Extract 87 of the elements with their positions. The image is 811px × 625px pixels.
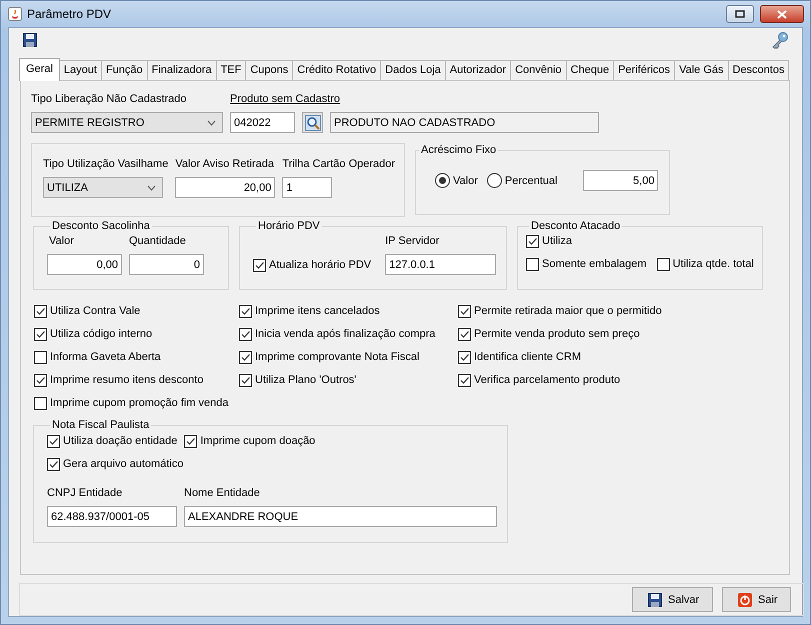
field-label: Tipo Liberação Não Cadastrado	[31, 92, 188, 106]
tab[interactable]: Geral	[19, 58, 60, 81]
checkbox-label: Imprime cupom promoção fim venda	[50, 397, 229, 409]
checkbox[interactable]	[34, 328, 47, 340]
input-field[interactable]: 20,00	[175, 177, 276, 198]
restore-button[interactable]	[726, 5, 754, 23]
checkbox[interactable]	[34, 396, 47, 410]
save-icon	[648, 592, 662, 606]
checkbox-label: Imprime itens cancelados	[255, 305, 380, 317]
checkbox[interactable]	[458, 350, 471, 364]
checkbox[interactable]	[253, 258, 266, 272]
field-label: Valor Aviso Retirada	[175, 157, 275, 171]
checkbox-label: Somente embalagem	[542, 258, 647, 270]
group-title: Nota Fiscal Paulista	[51, 419, 150, 431]
save-icon[interactable]	[23, 33, 37, 47]
checkbox-label: Verifica parcelamento produto	[474, 374, 620, 386]
group-title: Desconto Atacado	[530, 220, 622, 232]
caret-icon	[207, 120, 216, 126]
checkbox-label: Inicia venda após finalização compra	[255, 328, 436, 340]
checkbox-label: Utiliza	[542, 235, 572, 247]
save-button[interactable]: Salvar	[632, 587, 713, 612]
checkbox[interactable]	[526, 258, 539, 270]
checkbox-label: Imprime cupom doação	[200, 435, 316, 447]
checkbox-label: Imprime comprovante Nota Fiscal	[255, 351, 420, 363]
radio-button[interactable]	[435, 173, 450, 188]
group-title: Desconto Sacolinha	[51, 220, 151, 232]
checkbox[interactable]	[34, 374, 47, 386]
dropdown[interactable]: PERMITE REGISTRO	[31, 112, 223, 133]
checkbox-label: Utiliza Contra Vale	[50, 305, 140, 317]
checkbox-label: Utiliza Plano 'Outros'	[255, 374, 356, 386]
field-label: Tipo Utilização Vasilhame	[43, 157, 168, 171]
checkbox-label: Utiliza qtde. total	[672, 258, 754, 270]
app-icon	[8, 7, 22, 21]
checkbox[interactable]	[47, 434, 60, 448]
group-title: Horário PDV	[257, 220, 321, 232]
radio-button[interactable]	[486, 173, 502, 188]
window-title: Parâmetro PDV	[27, 7, 112, 21]
field-label: Quantidade	[129, 234, 187, 248]
checkbox-label: Utiliza código interno	[50, 328, 152, 340]
exit-button[interactable]: Sair	[722, 587, 791, 612]
input-field[interactable]: 042022	[230, 112, 295, 133]
power-icon	[738, 592, 752, 606]
tab[interactable]: Descontos	[728, 60, 790, 80]
search-button[interactable]	[302, 112, 323, 133]
input-field[interactable]: 62.488.937/0001-05	[47, 506, 177, 527]
checkbox[interactable]	[458, 304, 471, 318]
field-label: CNPJ Entidade	[47, 486, 124, 500]
checkbox-label: Atualiza horário PDV	[269, 259, 372, 271]
dropdown[interactable]: UTILIZA	[43, 177, 163, 198]
checkbox[interactable]	[239, 374, 252, 386]
input-field[interactable]: 0	[129, 254, 204, 275]
input-field[interactable]: 127.0.0.1	[385, 254, 496, 275]
checkbox[interactable]	[458, 328, 471, 340]
checkbox-label: Identifica cliente CRM	[474, 351, 581, 363]
checkbox[interactable]	[34, 350, 47, 364]
field-label: Valor	[49, 234, 75, 248]
close-button[interactable]	[760, 5, 804, 23]
input-field[interactable]: 5,00	[583, 170, 658, 191]
key-icon[interactable]	[771, 31, 789, 49]
checkbox[interactable]	[34, 304, 47, 318]
restore-icon	[735, 10, 745, 18]
close-icon	[777, 10, 787, 18]
checkbox-label: Imprime resumo itens desconto	[50, 374, 204, 386]
caret-icon	[147, 184, 156, 190]
checkbox-label: Permite retirada maior que o permitido	[474, 305, 662, 317]
checkbox[interactable]	[239, 350, 252, 364]
group-title: Acréscimo Fixo	[420, 144, 498, 156]
checkbox-label: Permite venda produto sem preço	[474, 328, 640, 340]
checkbox-label: Utiliza doação entidade	[63, 435, 178, 447]
checkbox[interactable]	[184, 434, 198, 448]
checkbox[interactable]	[656, 258, 670, 270]
checkbox-label: Gera arquivo automático	[63, 458, 184, 470]
input-field[interactable]: ALEXANDRE ROQUE	[184, 506, 497, 527]
checkbox[interactable]	[239, 304, 252, 318]
radio-label: Percentual	[504, 174, 558, 186]
checkbox[interactable]	[458, 374, 471, 386]
input-field[interactable]: 0,00	[47, 254, 122, 275]
checkbox-label: Informa Gaveta Aberta	[50, 351, 161, 363]
field-label: Trilha Cartão Operador	[282, 157, 396, 171]
radio-label: Valor	[453, 174, 478, 186]
checkbox[interactable]	[47, 458, 60, 470]
field-label: IP Servidor	[385, 234, 440, 248]
checkbox[interactable]	[239, 328, 252, 340]
field-label: Nome Entidade	[184, 486, 261, 500]
link[interactable]: Produto sem Cadastro	[230, 92, 599, 106]
input-field[interactable]: 1	[282, 177, 332, 198]
checkbox[interactable]	[526, 234, 539, 248]
